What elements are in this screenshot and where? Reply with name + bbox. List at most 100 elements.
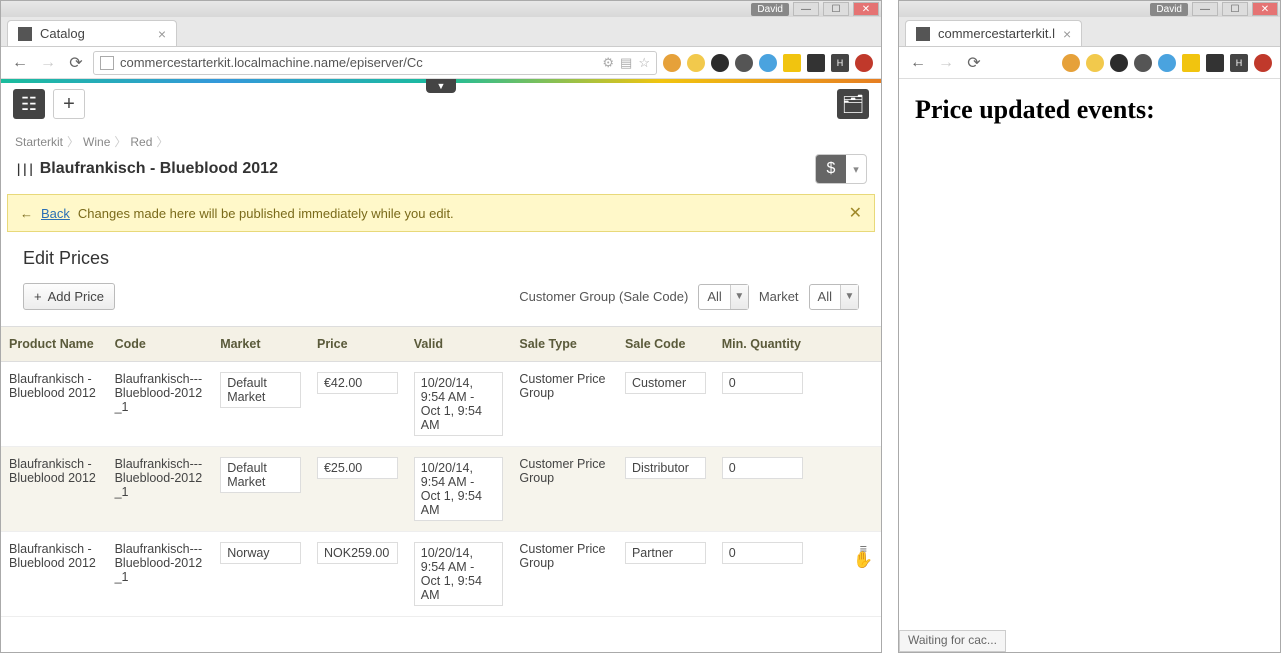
col-code[interactable]: Code <box>107 327 213 362</box>
add-button[interactable]: + <box>53 89 85 119</box>
cell-product-name: Blaufrankisch - Blueblood 2012 <box>1 447 107 532</box>
cell-valid[interactable]: 10/20/14, 9:54 AM - Oct 1, 9:54 AM <box>406 447 512 532</box>
cell-valid[interactable]: 10/20/14, 9:54 AM - Oct 1, 9:54 AM <box>406 362 512 447</box>
extension-icons: H <box>1062 54 1272 72</box>
reader-icon[interactable]: ▤ <box>620 55 632 71</box>
tab-close-icon[interactable]: × <box>158 26 166 42</box>
ext-red-icon[interactable] <box>855 54 873 72</box>
cell-min-qty[interactable]: 0 <box>714 532 811 617</box>
ext-cast-icon[interactable] <box>807 54 825 72</box>
market-filter-select[interactable]: All ▼ <box>809 284 859 310</box>
forward-button[interactable]: → <box>935 52 957 74</box>
browser-tab[interactable]: commercestarterkit.l × <box>905 20 1082 46</box>
user-badge: David <box>1150 3 1188 16</box>
alert-text: Changes made here will be published imme… <box>78 206 454 221</box>
back-button[interactable]: ← <box>9 52 31 74</box>
cell-sale-code[interactable]: Customer <box>617 362 714 447</box>
ext-red-icon[interactable] <box>1254 54 1272 72</box>
drawer-toggle[interactable]: ▼ <box>426 79 456 93</box>
browser-tab[interactable]: Catalog × <box>7 20 177 46</box>
ext-cast-icon[interactable] <box>1206 54 1224 72</box>
tab-strip: Catalog × <box>1 17 881 47</box>
minimize-button[interactable]: — <box>793 2 819 16</box>
chevron-down-icon: ▼ <box>840 285 858 309</box>
back-button[interactable]: ← <box>907 52 929 74</box>
ext-blue-icon[interactable] <box>1158 54 1176 72</box>
cell-sale-type: Customer Price Group <box>511 447 617 532</box>
ext-cookie-icon[interactable] <box>1062 54 1080 72</box>
forward-button[interactable]: → <box>37 52 59 74</box>
extension-icons: H <box>663 54 873 72</box>
cell-price[interactable]: €25.00 <box>309 447 406 532</box>
table-row[interactable]: Blaufrankisch - Blueblood 2012Blaufranki… <box>1 532 881 617</box>
table-row[interactable]: Blaufrankisch - Blueblood 2012Blaufranki… <box>1 362 881 447</box>
ext-spider-icon[interactable] <box>735 54 753 72</box>
titlebar: David — ☐ ✕ <box>899 1 1280 17</box>
cell-valid[interactable]: 10/20/14, 9:54 AM - Oct 1, 9:54 AM <box>406 532 512 617</box>
reload-button[interactable]: ⟳ <box>963 52 985 74</box>
col-market[interactable]: Market <box>212 327 309 362</box>
page-content: ▼ ☷ + 🗂 Starterkit 〉 Wine 〉 Red 〉 ||| Bl… <box>1 79 881 652</box>
cell-price[interactable]: €42.00 <box>309 362 406 447</box>
cell-price[interactable]: NOK259.00 <box>309 532 406 617</box>
cell-sale-code[interactable]: Partner <box>617 532 714 617</box>
tree-button[interactable]: ☷ <box>13 89 45 119</box>
ext-h-icon[interactable]: H <box>1230 54 1248 72</box>
assets-button[interactable]: 🗂 <box>837 89 869 119</box>
bookmark-icon[interactable]: ⚙ <box>602 55 614 71</box>
group-filter-select[interactable]: All ▼ <box>698 284 748 310</box>
url-text: commercestarterkit.localmachine.name/epi… <box>120 55 423 70</box>
crumb-1[interactable]: Wine <box>83 135 110 149</box>
ext-square1-icon[interactable] <box>783 54 801 72</box>
col-price[interactable]: Price <box>309 327 406 362</box>
ext-yellow-icon[interactable] <box>1086 54 1104 72</box>
cell-code: Blaufrankisch---Blueblood-2012_1 <box>107 362 213 447</box>
barcode-icon: ||| <box>15 162 34 176</box>
crumb-0[interactable]: Starterkit <box>15 135 63 149</box>
back-link[interactable]: Back <box>41 206 70 221</box>
browser-window-right: David — ☐ ✕ commercestarterkit.l × ← → ⟳… <box>898 0 1281 653</box>
ext-square1-icon[interactable] <box>1182 54 1200 72</box>
minimize-button[interactable]: — <box>1192 2 1218 16</box>
row-action[interactable] <box>811 447 881 532</box>
col-valid[interactable]: Valid <box>406 327 512 362</box>
cell-sale-code[interactable]: Distributor <box>617 447 714 532</box>
address-bar[interactable]: commercestarterkit.localmachine.name/epi… <box>93 51 657 75</box>
group-filter-label: Customer Group (Sale Code) <box>519 289 688 304</box>
ext-cookie-icon[interactable] <box>663 54 681 72</box>
star-icon[interactable]: ☆ <box>638 55 650 71</box>
ext-spider-icon[interactable] <box>1134 54 1152 72</box>
ext-dark-icon[interactable] <box>1110 54 1128 72</box>
ext-h-icon[interactable]: H <box>831 54 849 72</box>
tab-title: commercestarterkit.l <box>938 26 1055 41</box>
cell-min-qty[interactable]: 0 <box>714 447 811 532</box>
col-sale-type[interactable]: Sale Type <box>511 327 617 362</box>
row-action[interactable]: ≡✋ <box>811 532 881 617</box>
tab-title: Catalog <box>40 26 85 41</box>
ext-blue-icon[interactable] <box>759 54 777 72</box>
col-product-name[interactable]: Product Name <box>1 327 107 362</box>
maximize-button[interactable]: ☐ <box>823 2 849 16</box>
alert-close-icon[interactable]: ✕ <box>849 203 862 223</box>
chevron-right-icon: 〉 <box>114 133 126 150</box>
plus-icon: + <box>34 289 42 304</box>
maximize-button[interactable]: ☐ <box>1222 2 1248 16</box>
reload-button[interactable]: ⟳ <box>65 52 87 74</box>
row-action[interactable] <box>811 362 881 447</box>
col-sale-code[interactable]: Sale Code <box>617 327 714 362</box>
back-arrow-icon: ← <box>20 206 33 221</box>
col-min-qty[interactable]: Min. Quantity <box>714 327 811 362</box>
cell-market[interactable]: Default Market <box>212 447 309 532</box>
tab-close-icon[interactable]: × <box>1063 26 1071 42</box>
close-button[interactable]: ✕ <box>1252 2 1278 16</box>
ext-yellow-icon[interactable] <box>687 54 705 72</box>
cell-min-qty[interactable]: 0 <box>714 362 811 447</box>
cell-market[interactable]: Default Market <box>212 362 309 447</box>
ext-dark-icon[interactable] <box>711 54 729 72</box>
currency-button[interactable]: $ ▾ <box>815 154 867 184</box>
add-price-button[interactable]: + Add Price <box>23 283 115 310</box>
crumb-2[interactable]: Red <box>130 135 152 149</box>
cell-market[interactable]: Norway <box>212 532 309 617</box>
table-row[interactable]: Blaufrankisch - Blueblood 2012Blaufranki… <box>1 447 881 532</box>
close-button[interactable]: ✕ <box>853 2 879 16</box>
